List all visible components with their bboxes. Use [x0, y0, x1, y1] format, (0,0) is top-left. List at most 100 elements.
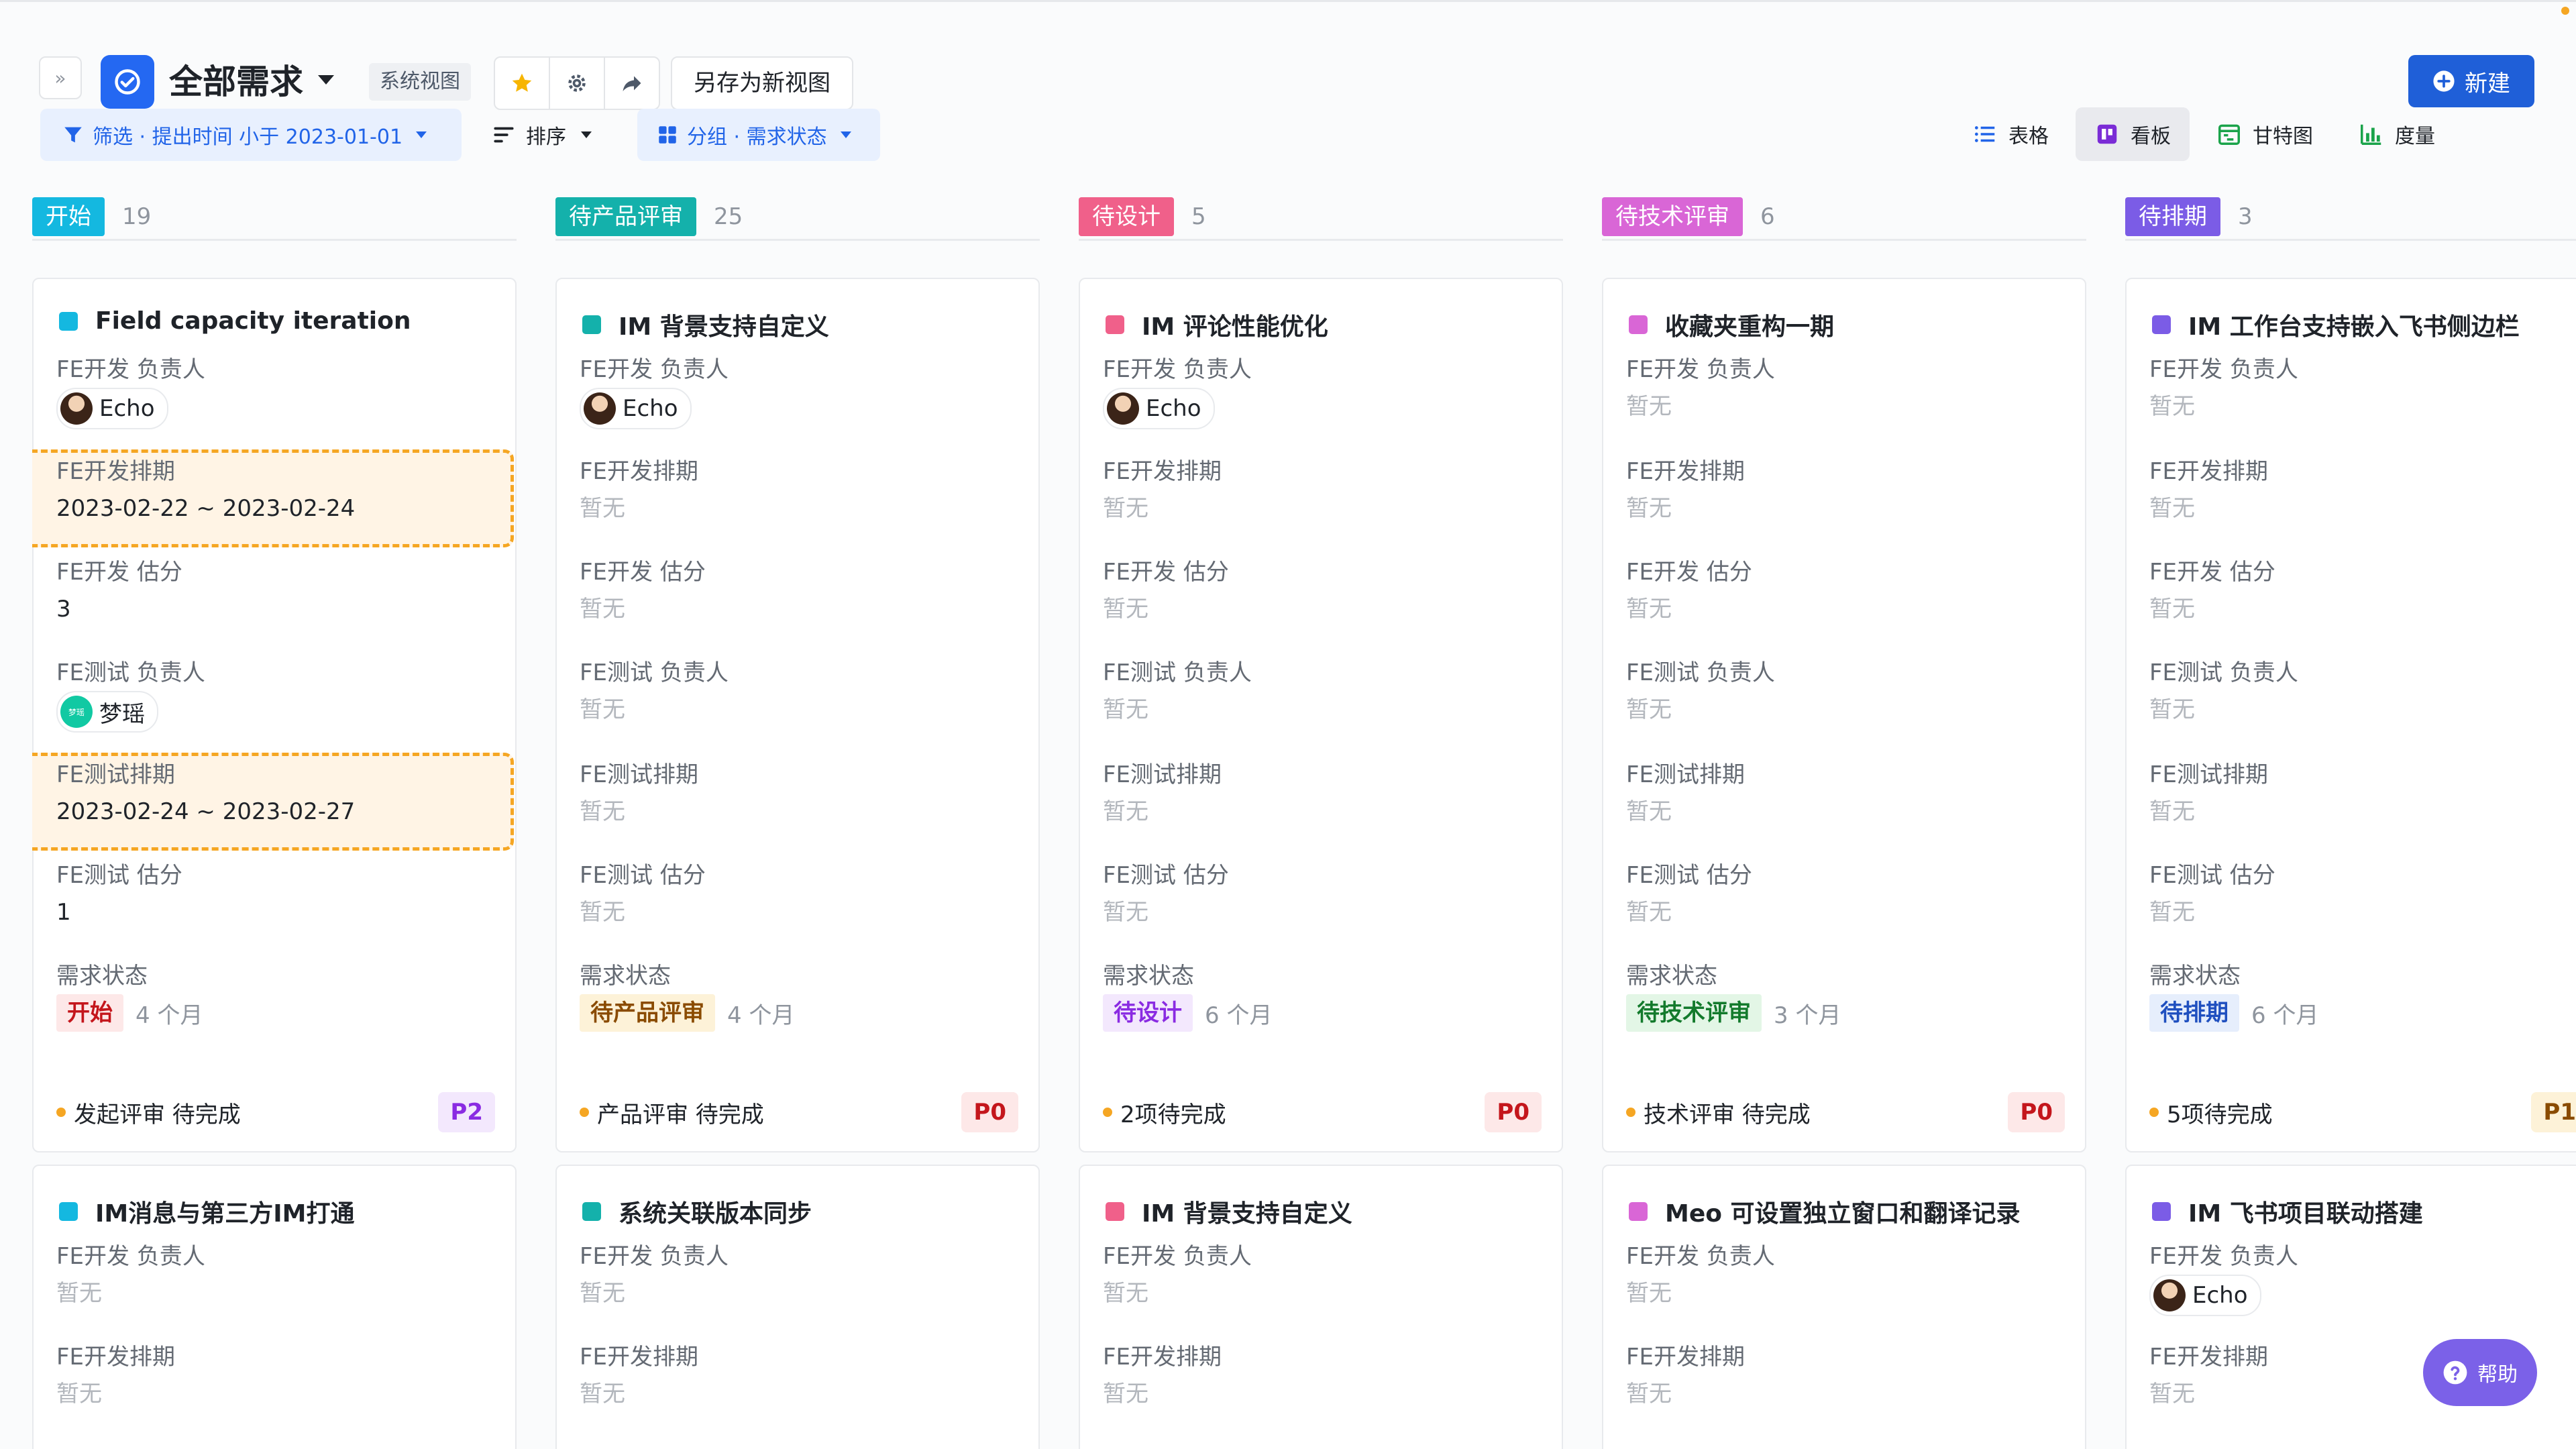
fe-test-estimate-field[interactable]: FE测试 估分 暂无: [580, 860, 1022, 934]
fe-test-schedule-field[interactable]: FE测试排期 2023-02-24 ~ 2023-02-27: [56, 759, 499, 833]
fe-dev-estimate-field[interactable]: FE开发 估分 3: [56, 557, 499, 631]
page-title[interactable]: 全部需求: [169, 58, 303, 106]
card-title[interactable]: IM 评论性能优化: [1106, 307, 1328, 342]
field-label: FE测试 负责人: [2149, 659, 2298, 686]
expand-sidebar-button[interactable]: »: [39, 56, 82, 99]
field-label: FE开发 估分: [56, 559, 182, 586]
fe-dev-estimate-field[interactable]: FE开发 估分 暂无: [580, 557, 1022, 631]
field-label: FE开发 估分: [1626, 559, 1752, 586]
person-chip[interactable]: Echo: [1103, 388, 1215, 429]
favorite-star-icon[interactable]: [495, 58, 550, 109]
kanban-board: 开始 19 Field capacity iteration FE开发 负责人 …: [32, 195, 2576, 1449]
group-chip[interactable]: 分组 · 需求状态: [637, 109, 880, 161]
requirement-card[interactable]: IM 背景支持自定义 FE开发 负责人 暂无 FE开发排期 暂无: [1079, 1165, 1563, 1449]
fe-dev-estimate-field[interactable]: FE开发 估分 暂无: [1103, 557, 1546, 631]
field-label: FE开发排期: [1103, 458, 1222, 485]
card-title[interactable]: Meo 可设置独立窗口和翻译记录: [1629, 1194, 2021, 1229]
status-age: 4 个月: [136, 1002, 203, 1029]
status-color-square-icon: [2152, 1202, 2171, 1221]
person-chip[interactable]: Echo: [2149, 1275, 2261, 1316]
field-label: FE开发 负责人: [2149, 1243, 2298, 1270]
filter-icon: [64, 127, 82, 143]
fe-dev-schedule-field[interactable]: FE开发排期 暂无: [1103, 456, 1546, 530]
fe-dev-schedule-field[interactable]: FE开发排期 暂无: [1626, 456, 2069, 530]
person-chip[interactable]: 梦瑶 梦瑶: [56, 691, 158, 733]
avatar: [1107, 392, 1139, 425]
fe-dev-schedule-field[interactable]: FE开发排期 暂无: [1626, 1342, 2069, 1415]
field-label: FE测试排期: [580, 761, 699, 788]
requirement-card[interactable]: Meo 可设置独立窗口和翻译记录 FE开发 负责人 暂无 FE开发排期 暂无: [1602, 1165, 2086, 1449]
tab-gantt[interactable]: 甘特图: [2198, 107, 2332, 161]
view-actions: [494, 56, 660, 110]
card-title[interactable]: IM 背景支持自定义: [582, 307, 829, 342]
fe-test-schedule-field[interactable]: FE测试排期 暂无: [1626, 759, 2069, 833]
field-value: 暂无: [1626, 696, 1672, 723]
save-as-new-view-button[interactable]: 另存为新视图: [671, 56, 853, 110]
requirement-card[interactable]: IM消息与第三方IM打通 FE开发 负责人 暂无 FE开发排期 暂无: [32, 1165, 517, 1449]
field-value: 1: [56, 899, 71, 926]
card-title[interactable]: IM消息与第三方IM打通: [59, 1194, 354, 1229]
field-label: FE测试排期: [56, 761, 176, 788]
requirement-card[interactable]: IM 工作台支持嵌入飞书侧边栏 FE开发 负责人 暂无 FE开发排期 暂无 FE…: [2125, 278, 2576, 1152]
card-title[interactable]: 收藏夹重构一期: [1629, 307, 1834, 342]
fe-dev-estimate-field[interactable]: FE开发 估分 暂无: [2149, 557, 2576, 631]
column-tag: 待排期: [2125, 197, 2220, 236]
status-field: 需求状态 开始 4 个月: [56, 961, 499, 1034]
fe-test-schedule-field[interactable]: FE测试排期 暂无: [1103, 759, 1546, 833]
fe-dev-schedule-field[interactable]: FE开发排期 暂无: [580, 456, 1022, 530]
requirement-card[interactable]: IM 飞书项目联动搭建 FE开发 负责人 Echo FE开发排期 暂无: [2125, 1165, 2576, 1449]
field-label: 需求状态: [1103, 963, 1194, 989]
field-label: 需求状态: [2149, 963, 2241, 989]
fe-test-schedule-field[interactable]: FE测试排期 暂无: [580, 759, 1022, 833]
new-button[interactable]: 新建: [2408, 55, 2534, 107]
requirement-card[interactable]: IM 背景支持自定义 FE开发 负责人 Echo FE开发排期 暂无 FE开发 …: [555, 278, 1040, 1152]
status-age: 6 个月: [1205, 1002, 1273, 1029]
requirement-card[interactable]: Field capacity iteration FE开发 负责人 Echo F…: [32, 278, 517, 1152]
fe-dev-schedule-field[interactable]: FE开发排期 暂无: [2149, 456, 2576, 530]
requirement-card[interactable]: 系统关联版本同步 FE开发 负责人 暂无 FE开发排期 暂无: [555, 1165, 1040, 1449]
field-value: 暂无: [580, 1381, 625, 1407]
help-button[interactable]: 帮助: [2423, 1339, 2537, 1406]
footer-text: 5项待完成: [2167, 1101, 2273, 1128]
fe-test-estimate-field[interactable]: FE测试 估分 暂无: [1103, 860, 1546, 934]
share-icon[interactable]: [605, 58, 659, 109]
requirement-card[interactable]: 收藏夹重构一期 FE开发 负责人 暂无 FE开发排期 暂无 FE开发 估分 暂无…: [1602, 278, 2086, 1152]
title-dropdown-icon[interactable]: [318, 75, 334, 85]
status-color-square-icon: [582, 315, 601, 334]
card-title[interactable]: IM 背景支持自定义: [1106, 1194, 1352, 1229]
footer-text: 2项待完成: [1120, 1101, 1226, 1128]
field-value: 暂无: [1626, 393, 1672, 420]
column-header: 开始 19: [32, 195, 517, 241]
status-color-square-icon: [1629, 1202, 1648, 1221]
filter-label: 筛选 · 提出时间 小于 2023-01-01: [93, 125, 403, 149]
card-title[interactable]: IM 飞书项目联动搭建: [2152, 1194, 2423, 1229]
fe-test-estimate-field[interactable]: FE测试 估分 1: [56, 860, 499, 934]
tab-metrics[interactable]: 度量: [2340, 107, 2454, 161]
filter-chip[interactable]: 筛选 · 提出时间 小于 2023-01-01: [40, 109, 462, 161]
tab-table[interactable]: 表格: [1953, 107, 2068, 161]
fe-test-estimate-field[interactable]: FE测试 估分 暂无: [2149, 860, 2576, 934]
field-label: FE开发 负责人: [580, 1243, 729, 1270]
tab-kanban[interactable]: 看板: [2076, 107, 2190, 161]
field-value: 2023-02-24 ~ 2023-02-27: [56, 798, 356, 825]
settings-gear-icon[interactable]: [550, 58, 605, 109]
person-chip[interactable]: Echo: [56, 388, 168, 429]
card-title[interactable]: IM 工作台支持嵌入飞书侧边栏: [2152, 307, 2520, 342]
fe-dev-estimate-field[interactable]: FE开发 估分 暂无: [1626, 557, 2069, 631]
fe-dev-schedule-field[interactable]: FE开发排期 暂无: [580, 1342, 1022, 1415]
fe-test-schedule-field[interactable]: FE测试排期 暂无: [2149, 759, 2576, 833]
tab-table-label: 表格: [2008, 125, 2049, 148]
requirement-card[interactable]: IM 评论性能优化 FE开发 负责人 Echo FE开发排期 暂无 FE开发 估…: [1079, 278, 1563, 1152]
field-value: 暂无: [2149, 393, 2195, 420]
person-chip[interactable]: Echo: [580, 388, 692, 429]
fe-dev-schedule-field[interactable]: FE开发排期 暂无: [56, 1342, 499, 1415]
fe-dev-schedule-field[interactable]: FE开发排期 暂无: [1103, 1342, 1546, 1415]
fe-test-estimate-field[interactable]: FE测试 估分 暂无: [1626, 860, 2069, 934]
fe-dev-schedule-field[interactable]: FE开发排期 2023-02-22 ~ 2023-02-24: [56, 456, 499, 530]
field-value: 暂无: [1103, 1280, 1148, 1307]
card-title[interactable]: 系统关联版本同步: [582, 1194, 812, 1229]
bar-chart-icon: [2361, 124, 2381, 145]
status-field: 需求状态 待设计 6 个月: [1103, 961, 1546, 1034]
card-title[interactable]: Field capacity iteration: [59, 307, 411, 335]
sort-button[interactable]: 排序: [491, 109, 592, 161]
